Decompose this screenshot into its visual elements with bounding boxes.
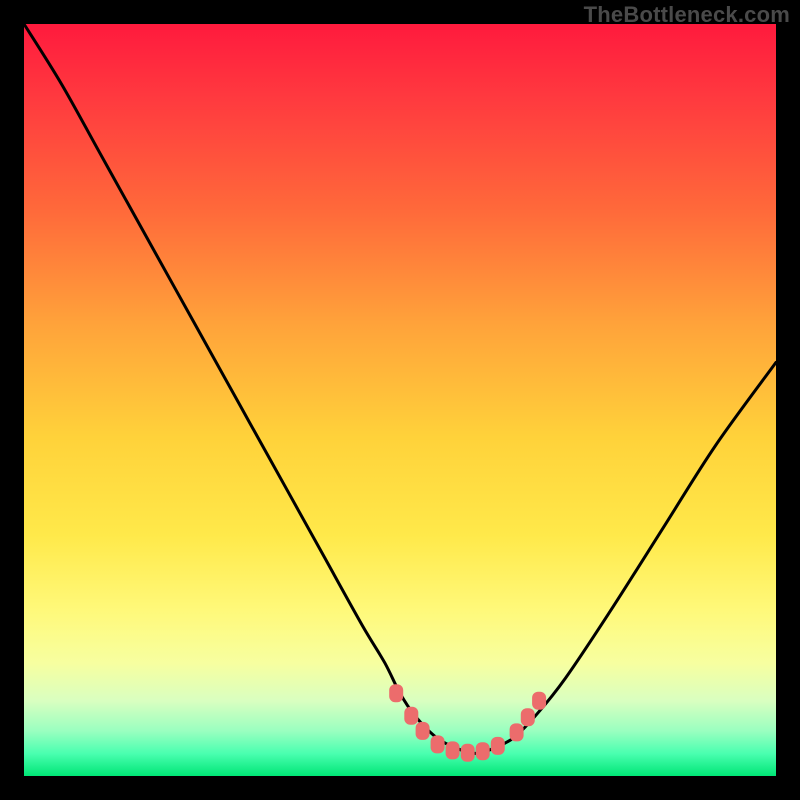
curve-marker <box>491 737 505 755</box>
curve-marker <box>389 684 403 702</box>
chart-frame: TheBottleneck.com <box>0 0 800 800</box>
curve-marker <box>446 741 460 759</box>
branding-watermark: TheBottleneck.com <box>584 2 790 28</box>
bottleneck-curve <box>24 24 776 753</box>
curve-marker <box>532 692 546 710</box>
curve-marker <box>510 723 524 741</box>
curve-marker <box>416 722 430 740</box>
curve-marker <box>404 707 418 725</box>
chart-svg <box>24 24 776 776</box>
curve-marker <box>521 708 535 726</box>
curve-marker <box>431 735 445 753</box>
curve-marker <box>461 744 475 762</box>
curve-marker <box>476 742 490 760</box>
curve-markers <box>389 684 546 761</box>
